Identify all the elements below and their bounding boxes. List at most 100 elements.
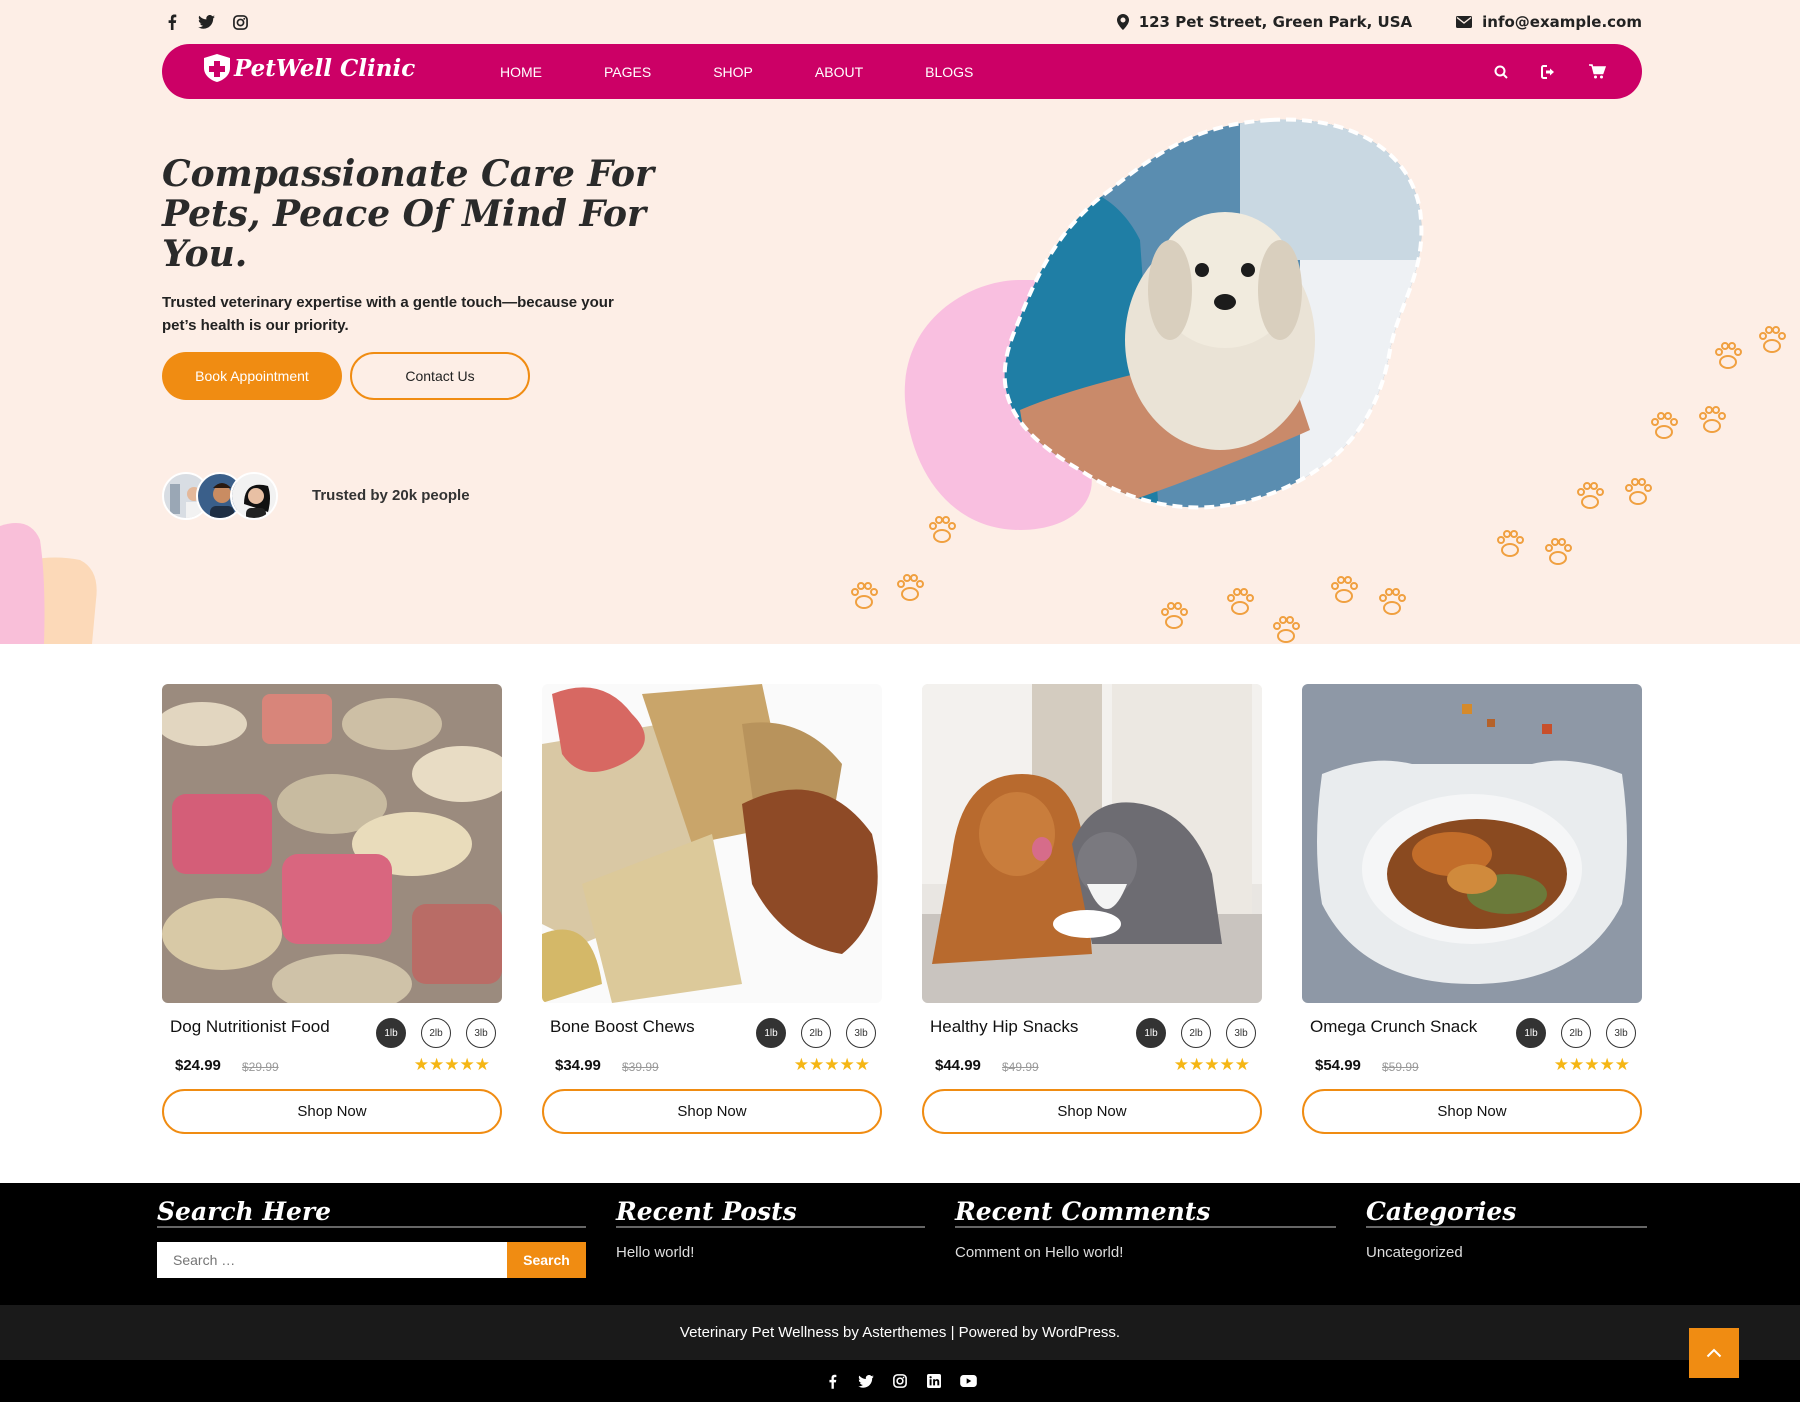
recent-posts-title: Recent Posts [616, 1197, 797, 1226]
shop-now-button[interactable]: Shop Now [922, 1089, 1262, 1134]
size-option[interactable]: 3lb [846, 1018, 876, 1048]
product-image[interactable] [162, 684, 502, 1003]
recent-post-link[interactable]: Hello world! [616, 1244, 694, 1261]
decorative-blob [0, 523, 97, 644]
widget-divider [1366, 1226, 1647, 1228]
nav-item-about[interactable]: ABOUT [815, 64, 863, 80]
nav-actions [1490, 44, 1608, 99]
copyright-text[interactable]: Veterinary Pet Wellness by Asterthemes |… [680, 1324, 1120, 1341]
product-card: Omega Crunch Snack 1lb 2lb 3lb $54.99 $5… [1302, 684, 1642, 1134]
product-card: Dog Nutritionist Food 1lb 2lb 3lb $24.99… [162, 684, 502, 1134]
contact-us-button[interactable]: Contact Us [350, 352, 530, 400]
size-option[interactable]: 1lb [376, 1018, 406, 1048]
size-option[interactable]: 1lb [756, 1018, 786, 1048]
logo-text: PetWell Clinic [234, 54, 416, 82]
linkedin-icon[interactable] [925, 1372, 943, 1390]
size-selector: 1lb 2lb 3lb [376, 1018, 496, 1048]
rating-stars: ★★★★★ [1173, 1055, 1250, 1075]
shop-now-button[interactable]: Shop Now [162, 1089, 502, 1134]
location-pin-icon [1116, 14, 1129, 30]
nav-item-shop[interactable]: SHOP [713, 64, 753, 80]
search-widget-title: Search Here [157, 1197, 332, 1226]
widget-divider [616, 1226, 925, 1228]
product-old-price: $39.99 [622, 1060, 659, 1074]
twitter-icon[interactable] [196, 12, 216, 32]
widget-divider [955, 1226, 1336, 1228]
scroll-to-top-button[interactable] [1689, 1328, 1739, 1378]
product-old-price: $49.99 [1002, 1060, 1039, 1074]
size-selector: 1lb 2lb 3lb [1136, 1018, 1256, 1048]
hero-dog-image [904, 117, 1424, 530]
trusted-text: Trusted by 20k people [312, 487, 470, 504]
nav-item-blogs[interactable]: BLOGS [925, 64, 973, 80]
product-card: Healthy Hip Snacks 1lb 2lb 3lb $44.99 $4… [922, 684, 1262, 1134]
rating-stars: ★★★★★ [793, 1055, 870, 1075]
size-option[interactable]: 2lb [1181, 1018, 1211, 1048]
search-input[interactable] [157, 1242, 507, 1278]
address-text: 123 Pet Street, Green Park, USA [1138, 13, 1413, 31]
login-icon[interactable] [1538, 61, 1560, 83]
envelope-icon [1456, 16, 1473, 28]
address-item: 123 Pet Street, Green Park, USA [1116, 13, 1413, 31]
product-image[interactable] [922, 684, 1262, 1003]
product-old-price: $29.99 [242, 1060, 279, 1074]
product-image[interactable] [1302, 684, 1642, 1003]
shop-now-button[interactable]: Shop Now [1302, 1089, 1642, 1134]
size-option[interactable]: 3lb [466, 1018, 496, 1048]
instagram-icon[interactable] [891, 1372, 909, 1390]
email-text[interactable]: info@example.com [1482, 13, 1642, 31]
rating-stars: ★★★★★ [413, 1055, 490, 1075]
product-price: $44.99 [935, 1057, 981, 1074]
product-name[interactable]: Dog Nutritionist Food [170, 1017, 330, 1037]
category-link[interactable]: Uncategorized [1366, 1244, 1463, 1261]
email-item[interactable]: info@example.com [1456, 13, 1642, 31]
cart-icon[interactable] [1586, 61, 1608, 83]
size-selector: 1lb 2lb 3lb [756, 1018, 876, 1048]
recent-comment-link[interactable]: Comment on Hello world! [955, 1244, 1123, 1261]
search-icon[interactable] [1490, 61, 1512, 83]
facebook-icon[interactable] [162, 12, 182, 32]
search-button[interactable]: Search [507, 1242, 586, 1278]
product-name[interactable]: Bone Boost Chews [550, 1017, 695, 1037]
main-navbar: PetWell Clinic HOME PAGES SHOP ABOUT BLO… [162, 44, 1642, 99]
recent-comments-title: Recent Comments [955, 1197, 1211, 1226]
avatar [230, 472, 278, 520]
trusted-avatars [162, 472, 278, 520]
rating-stars: ★★★★★ [1553, 1055, 1630, 1075]
product-old-price: $59.99 [1382, 1060, 1419, 1074]
product-card: Bone Boost Chews 1lb 2lb 3lb $34.99 $39.… [542, 684, 882, 1134]
categories-title: Categories [1366, 1197, 1517, 1226]
top-contact-info: 123 Pet Street, Green Park, USA info@exa… [1116, 13, 1642, 31]
size-option[interactable]: 3lb [1606, 1018, 1636, 1048]
product-name[interactable]: Omega Crunch Snack [1310, 1017, 1477, 1037]
top-bar: 123 Pet Street, Green Park, USA info@exa… [162, 0, 1642, 44]
chevron-up-icon [1706, 1348, 1722, 1358]
product-name[interactable]: Healthy Hip Snacks [930, 1017, 1078, 1037]
copyright-bar: Veterinary Pet Wellness by Asterthemes |… [0, 1305, 1800, 1360]
nav-menu: HOME PAGES SHOP ABOUT BLOGS [500, 44, 1035, 99]
size-option[interactable]: 2lb [801, 1018, 831, 1048]
size-option[interactable]: 2lb [1561, 1018, 1591, 1048]
product-price: $34.99 [555, 1057, 601, 1074]
hero-title: Compassionate Care For Pets, Peace Of Mi… [162, 153, 654, 275]
size-option[interactable]: 2lb [421, 1018, 451, 1048]
footer-widgets: Search Here Search Recent Posts Hello wo… [0, 1183, 1800, 1305]
nav-item-pages[interactable]: PAGES [604, 64, 651, 80]
product-price: $24.99 [175, 1057, 221, 1074]
shop-now-button[interactable]: Shop Now [542, 1089, 882, 1134]
book-appointment-button[interactable]: Book Appointment [162, 352, 342, 400]
product-image[interactable] [542, 684, 882, 1003]
nav-item-home[interactable]: HOME [500, 64, 542, 80]
youtube-icon[interactable] [959, 1372, 977, 1390]
facebook-icon[interactable] [823, 1372, 841, 1390]
hero-subtitle: Trusted veterinary expertise with a gent… [162, 294, 614, 334]
product-price: $54.99 [1315, 1057, 1361, 1074]
size-option[interactable]: 3lb [1226, 1018, 1256, 1048]
footer-social-links [0, 1360, 1800, 1402]
instagram-icon[interactable] [230, 12, 250, 32]
twitter-icon[interactable] [857, 1372, 875, 1390]
product-list: Dog Nutritionist Food 1lb 2lb 3lb $24.99… [162, 684, 1642, 1134]
site-logo[interactable]: PetWell Clinic [204, 54, 415, 82]
size-option[interactable]: 1lb [1516, 1018, 1546, 1048]
size-option[interactable]: 1lb [1136, 1018, 1166, 1048]
